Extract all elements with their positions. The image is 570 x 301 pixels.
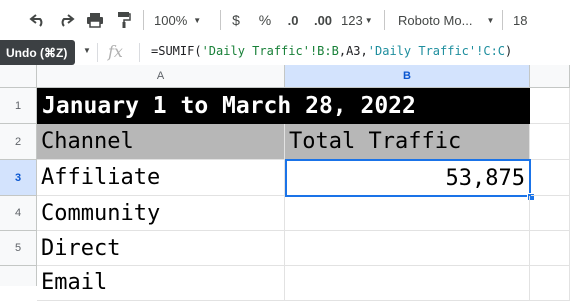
increase-decimals-button[interactable]: .00 xyxy=(311,6,335,34)
cell-b3-selected[interactable]: 53,875 xyxy=(285,159,531,197)
formula-sum-range-ref: 'Daily Traffic'!C:C xyxy=(367,44,506,58)
increase-decimals-label: .00 xyxy=(313,12,333,28)
cell-b4[interactable] xyxy=(285,196,530,231)
chevron-down-icon: ▼ xyxy=(364,15,373,25)
spreadsheet-grid: A B 1 2 3 4 5 January 1 to March 28, 202… xyxy=(0,65,570,301)
chevron-down-icon: ▼ xyxy=(193,15,202,25)
row-header-6[interactable] xyxy=(0,266,37,286)
row-header-2[interactable]: 2 xyxy=(0,124,37,160)
cell-c3[interactable] xyxy=(531,160,570,196)
cell-a5[interactable]: Direct xyxy=(37,231,285,266)
toolbar-divider xyxy=(143,10,144,30)
formula-bar: Undo (⌘Z) ▼ fx =SUMIF('Daily Traffic'!B:… xyxy=(0,40,570,66)
row-header-3[interactable]: 3 xyxy=(0,160,37,196)
redo-icon[interactable] xyxy=(56,6,76,34)
header-cell-total-traffic[interactable]: Total Traffic xyxy=(285,124,530,160)
formula-middle: ,A3, xyxy=(338,44,368,58)
title-cell[interactable]: January 1 to March 28, 2022 xyxy=(37,88,530,124)
formula-input[interactable]: =SUMIF('Daily Traffic'!B:B,A3,'Daily Tra… xyxy=(151,44,512,58)
cell-a4[interactable]: Community xyxy=(37,196,285,231)
zoom-value: 100% xyxy=(154,12,188,28)
header-cell-channel[interactable]: Channel xyxy=(37,124,285,160)
formula-prefix: =SUMIF( xyxy=(151,44,202,58)
row-header-1[interactable]: 1 xyxy=(0,88,37,124)
undo-tooltip: Undo (⌘Z) xyxy=(0,40,75,65)
percent-button[interactable]: % xyxy=(257,6,273,34)
number-format-label: 123 xyxy=(341,12,363,28)
fx-icon: fx xyxy=(108,42,123,61)
font-family-value: Roboto Mo... xyxy=(398,12,473,28)
chevron-down-icon[interactable]: ▼ xyxy=(83,46,91,55)
select-all-corner[interactable] xyxy=(0,65,37,88)
font-size-input[interactable]: 18 xyxy=(513,6,533,34)
formula-bar-divider xyxy=(97,43,98,62)
undo-icon[interactable] xyxy=(28,6,48,34)
currency-button[interactable]: $ xyxy=(228,6,244,34)
font-size-value: 18 xyxy=(513,12,528,28)
cell-c5[interactable] xyxy=(530,231,570,266)
font-family-select[interactable]: Roboto Mo... ▼ xyxy=(398,6,496,34)
number-format-select[interactable]: 123 ▼ xyxy=(341,6,377,34)
cell-a3[interactable]: Affiliate xyxy=(37,160,285,196)
cell-c4[interactable] xyxy=(530,196,570,231)
row-header-4[interactable]: 4 xyxy=(0,196,37,231)
formula-suffix: ) xyxy=(505,44,513,58)
cell-c2[interactable] xyxy=(530,124,570,160)
decrease-decimals-button[interactable]: .0 xyxy=(283,6,303,34)
toolbar-divider xyxy=(220,10,221,30)
paint-format-icon[interactable] xyxy=(114,6,134,34)
chevron-down-icon: ▼ xyxy=(486,15,495,25)
cell-c6[interactable] xyxy=(530,266,570,301)
toolbar-divider xyxy=(502,10,503,30)
toolbar-divider xyxy=(384,10,385,30)
decrease-decimals-label: .0 xyxy=(287,12,299,28)
cell-c1[interactable] xyxy=(530,88,570,124)
cell-b6[interactable] xyxy=(285,266,530,301)
cell-b5[interactable] xyxy=(285,231,530,266)
formula-range-ref: 'Daily Traffic'!B:B xyxy=(201,44,339,58)
column-header-c[interactable] xyxy=(530,65,570,88)
cell-a6[interactable]: Email xyxy=(37,266,285,301)
print-icon[interactable] xyxy=(84,6,106,34)
toolbar: 100% ▼ $ % .0 .00 123 ▼ Roboto Mo... ▼ 1… xyxy=(0,0,570,41)
row-header-5[interactable]: 5 xyxy=(0,231,37,266)
column-header-b[interactable]: B xyxy=(285,65,530,88)
formula-bar-divider xyxy=(139,43,140,62)
column-header-a[interactable]: A xyxy=(37,65,285,88)
zoom-select[interactable]: 100% ▼ xyxy=(154,6,212,34)
